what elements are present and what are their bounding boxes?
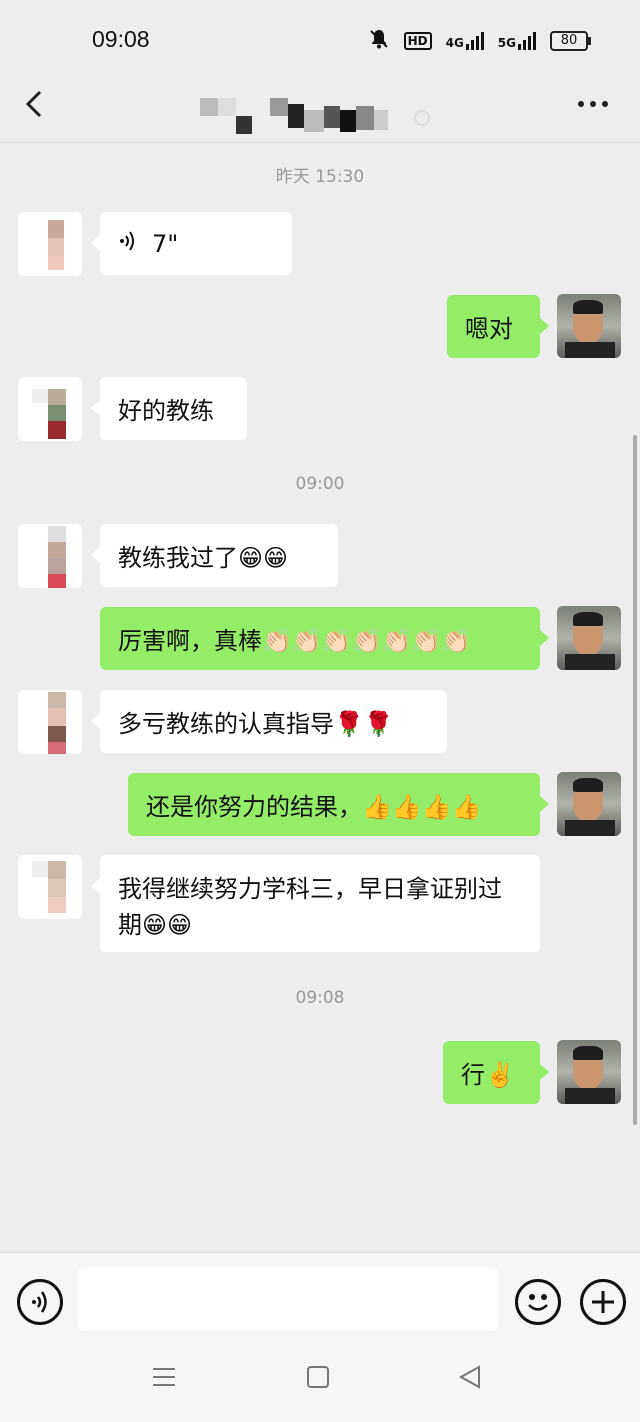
battery-indicator: 80 bbox=[550, 31, 591, 51]
scrollbar[interactable] bbox=[633, 435, 637, 1125]
message-bubble-in[interactable]: 好的教练 bbox=[91, 377, 247, 440]
message-input[interactable] bbox=[78, 1267, 498, 1331]
message-bubble-out[interactable]: 行✌️ bbox=[443, 1041, 549, 1104]
message-bubble-out[interactable]: 还是你努力的结果，👍👍👍👍 bbox=[128, 773, 549, 836]
message-bubble-out[interactable]: 厉害啊，真棒👏🏻👏🏻👏🏻👏🏻👏🏻👏🏻👏🏻 bbox=[100, 607, 549, 670]
message-bubble-in[interactable]: 教练我过了😁😁 bbox=[91, 524, 338, 587]
my-avatar[interactable] bbox=[557, 772, 621, 836]
chat-title-pixelated bbox=[200, 98, 440, 134]
status-time: 09:08 bbox=[92, 26, 150, 52]
plus-icon[interactable] bbox=[580, 1279, 626, 1325]
chat-header bbox=[0, 80, 640, 143]
voice-wave-icon bbox=[118, 229, 138, 259]
timestamp: 昨天 15:30 bbox=[275, 167, 365, 187]
mute-bell-icon bbox=[368, 28, 390, 54]
my-avatar[interactable] bbox=[557, 606, 621, 670]
home-square-icon[interactable] bbox=[306, 1362, 330, 1397]
voice-input-icon[interactable] bbox=[17, 1279, 63, 1325]
timestamp: 09:08 bbox=[295, 988, 345, 1008]
contact-avatar[interactable] bbox=[18, 855, 82, 919]
my-avatar[interactable] bbox=[557, 1040, 621, 1104]
chat-message-list[interactable]: 昨天 15:30 7" 嗯对 好的教练 09:00 教练我过了😁😁 厉害啊，真棒… bbox=[0, 142, 640, 1252]
voice-message-bubble[interactable]: 7" bbox=[91, 212, 292, 275]
timestamp: 09:00 bbox=[295, 474, 345, 494]
5g-signal-icon: 5G bbox=[498, 32, 536, 50]
4g-signal-icon: 4G bbox=[446, 32, 484, 50]
my-avatar[interactable] bbox=[557, 294, 621, 358]
back-triangle-icon[interactable] bbox=[458, 1362, 482, 1397]
voice-duration: 7" bbox=[152, 229, 179, 258]
status-bar: 09:08 HD 4G 5G 80 bbox=[0, 0, 640, 80]
menu-icon[interactable] bbox=[152, 1362, 176, 1397]
more-dots-icon[interactable] bbox=[576, 82, 610, 130]
message-bubble-in[interactable]: 多亏教练的认真指导🌹🌹 bbox=[91, 690, 447, 753]
status-icons: HD 4G 5G 80 bbox=[368, 28, 591, 54]
contact-avatar[interactable] bbox=[18, 212, 82, 276]
contact-avatar[interactable] bbox=[18, 377, 82, 441]
system-navigation-bar bbox=[0, 1352, 640, 1422]
input-bar bbox=[0, 1252, 640, 1353]
emoji-icon[interactable] bbox=[515, 1279, 561, 1325]
message-bubble-out[interactable]: 嗯对 bbox=[447, 295, 549, 358]
hd-icon: HD bbox=[403, 32, 432, 50]
chevron-left-icon[interactable] bbox=[22, 84, 46, 133]
message-bubble-in[interactable]: 我得继续努力学科三，早日拿证别过期😁😁 bbox=[91, 855, 540, 952]
contact-avatar[interactable] bbox=[18, 524, 82, 588]
contact-avatar[interactable] bbox=[18, 690, 82, 754]
